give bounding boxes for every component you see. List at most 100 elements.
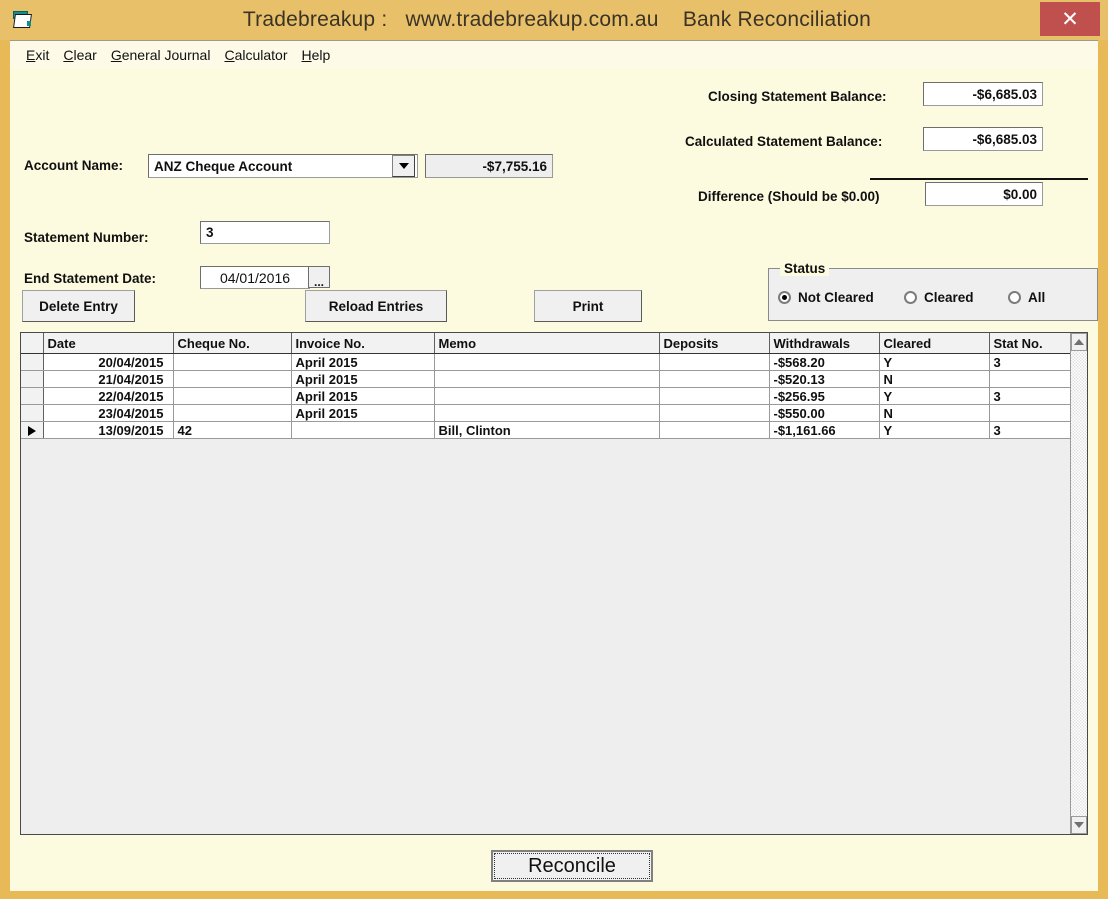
- row-selected-icon[interactable]: [21, 421, 44, 439]
- calculated-statement-balance-label: Calculated Statement Balance:: [685, 134, 883, 149]
- cell-cheque-no[interactable]: [173, 404, 292, 422]
- radio-dot-all: [1008, 291, 1021, 304]
- scrollbar-track[interactable]: [1071, 351, 1087, 816]
- menu-item-help[interactable]: Help: [302, 47, 331, 63]
- cell-date[interactable]: 13/09/2015: [43, 421, 174, 439]
- cell-invoice-no[interactable]: April 2015: [291, 353, 435, 371]
- radio-label-cleared: Cleared: [924, 290, 974, 305]
- radio-cleared[interactable]: Cleared: [904, 290, 974, 305]
- account-name-value: ANZ Cheque Account: [154, 158, 293, 174]
- cell-withdrawals[interactable]: -$520.13: [769, 370, 880, 388]
- menu-label-clear: lear: [73, 46, 97, 63]
- client-area: Account Name: ANZ Cheque Account -$7,755…: [10, 68, 1098, 891]
- cell-cleared[interactable]: Y: [879, 353, 990, 371]
- cell-deposits[interactable]: [659, 387, 770, 405]
- grid-vertical-scrollbar[interactable]: [1070, 333, 1087, 834]
- column-header-memo[interactable]: Memo: [434, 333, 660, 354]
- table-row[interactable]: 22/04/2015 April 2015 -$256.95 Y 3: [21, 387, 1087, 405]
- radio-all[interactable]: All: [1008, 290, 1045, 305]
- radio-dot-not-cleared: [778, 291, 791, 304]
- entries-grid[interactable]: Date Cheque No. Invoice No. Memo Deposit…: [20, 332, 1088, 835]
- table-row[interactable]: 13/09/2015 42 Bill, Clinton -$1,161.66 Y 3: [21, 421, 1087, 439]
- bank-reconciliation-window: Tradebreakup : www.tradebreakup.com.au B…: [0, 0, 1108, 899]
- cell-cleared[interactable]: Y: [879, 421, 990, 439]
- cell-memo[interactable]: Bill, Clinton: [434, 421, 660, 439]
- difference-label: Difference (Should be $0.00): [698, 189, 880, 204]
- scroll-up-icon[interactable]: [1071, 333, 1087, 351]
- table-row[interactable]: 21/04/2015 April 2015 -$520.13 N: [21, 370, 1087, 388]
- column-header-cleared[interactable]: Cleared: [879, 333, 990, 354]
- cell-invoice-no[interactable]: April 2015: [291, 387, 435, 405]
- menu-accel-clear: C: [63, 46, 74, 63]
- menu-item-general-journal[interactable]: General Journal: [111, 47, 211, 63]
- cell-deposits[interactable]: [659, 421, 770, 439]
- cell-cheque-no[interactable]: 42: [173, 421, 292, 439]
- cell-deposits[interactable]: [659, 353, 770, 371]
- cell-withdrawals[interactable]: -$1,161.66: [769, 421, 880, 439]
- date-picker-button[interactable]: ...: [308, 266, 330, 288]
- row-marker-cell[interactable]: [21, 387, 44, 405]
- radio-label-all: All: [1028, 290, 1046, 305]
- cell-memo[interactable]: [434, 353, 660, 371]
- cell-withdrawals[interactable]: -$550.00: [769, 404, 880, 422]
- end-statement-date-input[interactable]: 04/01/2016: [200, 266, 310, 289]
- cell-memo[interactable]: [434, 387, 660, 405]
- menu-accel-general-journal: G: [110, 46, 122, 63]
- menu-item-exit[interactable]: Exit: [26, 47, 49, 63]
- closing-statement-balance-field[interactable]: -$6,685.03: [923, 82, 1043, 106]
- menu-bar: Exit Clear General Journal Calculator He…: [10, 40, 1098, 68]
- cell-invoice-no[interactable]: April 2015: [291, 404, 435, 422]
- chevron-down-icon[interactable]: [392, 155, 415, 177]
- cell-withdrawals[interactable]: -$568.20: [769, 353, 880, 371]
- column-header-invoice-no[interactable]: Invoice No.: [291, 333, 435, 354]
- status-group-label: Status: [780, 261, 830, 276]
- cell-deposits[interactable]: [659, 370, 770, 388]
- print-button[interactable]: Print: [534, 290, 642, 322]
- table-row[interactable]: 20/04/2015 April 2015 -$568.20 Y 3: [21, 353, 1087, 371]
- statement-number-input[interactable]: 3: [200, 221, 330, 244]
- reconcile-button[interactable]: Reconcile: [491, 850, 653, 882]
- cell-date[interactable]: 23/04/2015: [43, 404, 174, 422]
- table-row[interactable]: 23/04/2015 April 2015 -$550.00 N: [21, 404, 1087, 422]
- cell-cleared[interactable]: Y: [879, 387, 990, 405]
- menu-label-general-journal: eneral Journal: [121, 46, 211, 63]
- account-name-label: Account Name:: [24, 158, 124, 173]
- radio-not-cleared[interactable]: Not Cleared: [778, 290, 874, 305]
- cell-date[interactable]: 20/04/2015: [43, 353, 174, 371]
- column-header-withdrawals[interactable]: Withdrawals: [769, 333, 880, 354]
- reload-entries-button[interactable]: Reload Entries: [305, 290, 447, 322]
- row-marker-cell[interactable]: [21, 370, 44, 388]
- row-marker-cell[interactable]: [21, 353, 44, 371]
- column-header-cheque-no[interactable]: Cheque No.: [173, 333, 292, 354]
- cell-date[interactable]: 21/04/2015: [43, 370, 174, 388]
- cell-cleared[interactable]: N: [879, 370, 990, 388]
- close-icon[interactable]: ✕: [1040, 2, 1100, 36]
- cell-deposits[interactable]: [659, 404, 770, 422]
- row-marker-cell[interactable]: [21, 404, 44, 422]
- menu-item-clear[interactable]: Clear: [63, 47, 96, 63]
- menu-label-help: elp: [311, 46, 331, 63]
- cell-cheque-no[interactable]: [173, 353, 292, 371]
- title-bar: Tradebreakup : www.tradebreakup.com.au B…: [0, 0, 1108, 40]
- delete-entry-button[interactable]: Delete Entry: [22, 290, 135, 322]
- cell-withdrawals[interactable]: -$256.95: [769, 387, 880, 405]
- column-header-deposits[interactable]: Deposits: [659, 333, 770, 354]
- column-header-date[interactable]: Date: [43, 333, 174, 354]
- cell-cheque-no[interactable]: [173, 387, 292, 405]
- cell-invoice-no[interactable]: [291, 421, 435, 439]
- statement-number-label: Statement Number:: [24, 230, 149, 245]
- end-statement-date-label: End Statement Date:: [24, 271, 157, 286]
- cell-memo[interactable]: [434, 370, 660, 388]
- account-name-select[interactable]: ANZ Cheque Account: [148, 154, 418, 178]
- cell-memo[interactable]: [434, 404, 660, 422]
- calculated-statement-balance-field: -$6,685.03: [923, 127, 1043, 151]
- window-title: Tradebreakup : www.tradebreakup.com.au B…: [242, 8, 872, 31]
- entries-table: Date Cheque No. Invoice No. Memo Deposit…: [21, 333, 1087, 439]
- cell-cleared[interactable]: N: [879, 404, 990, 422]
- cell-cheque-no[interactable]: [173, 370, 292, 388]
- menu-item-calculator[interactable]: Calculator: [224, 47, 287, 63]
- cell-invoice-no[interactable]: April 2015: [291, 370, 435, 388]
- reconcile-button-label: Reconcile: [494, 853, 650, 879]
- cell-date[interactable]: 22/04/2015: [43, 387, 174, 405]
- scroll-down-icon[interactable]: [1071, 816, 1087, 834]
